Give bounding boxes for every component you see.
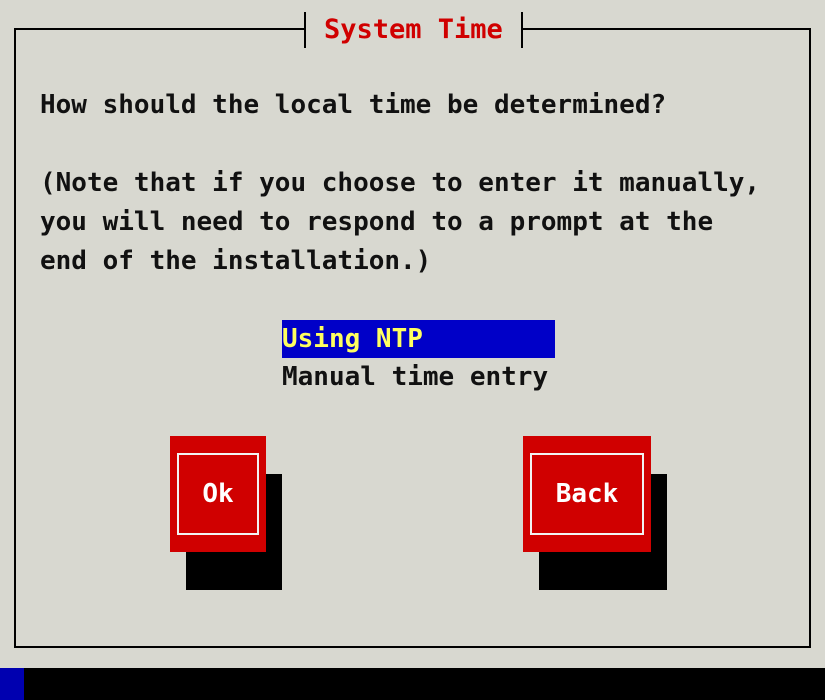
back-button[interactable]: Back	[523, 436, 651, 552]
note-line: (Note that if you choose to enter it man…	[40, 168, 761, 198]
option-manual-time-entry[interactable]: Manual time entry	[282, 358, 555, 396]
note-line: end of the installation.)	[40, 246, 432, 276]
question-text: How should the local time be determined?	[40, 90, 667, 120]
note-text: (Note that if you choose to enter it man…	[40, 164, 760, 281]
back-button-container: Back	[523, 436, 667, 590]
option-using-ntp[interactable]: Using NTP	[282, 320, 555, 358]
ok-button[interactable]: Ok	[170, 436, 266, 552]
time-method-list[interactable]: Using NTP Manual time entry	[282, 320, 555, 396]
bottom-shadow-bar	[24, 668, 825, 700]
ok-button-label: Ok	[177, 453, 259, 535]
system-time-dialog: System Time How should the local time be…	[0, 0, 825, 668]
note-line: you will need to respond to a prompt at …	[40, 207, 714, 237]
dialog-title: System Time	[304, 12, 523, 48]
ok-button-container: Ok	[170, 436, 282, 590]
back-button-label: Back	[530, 453, 644, 535]
